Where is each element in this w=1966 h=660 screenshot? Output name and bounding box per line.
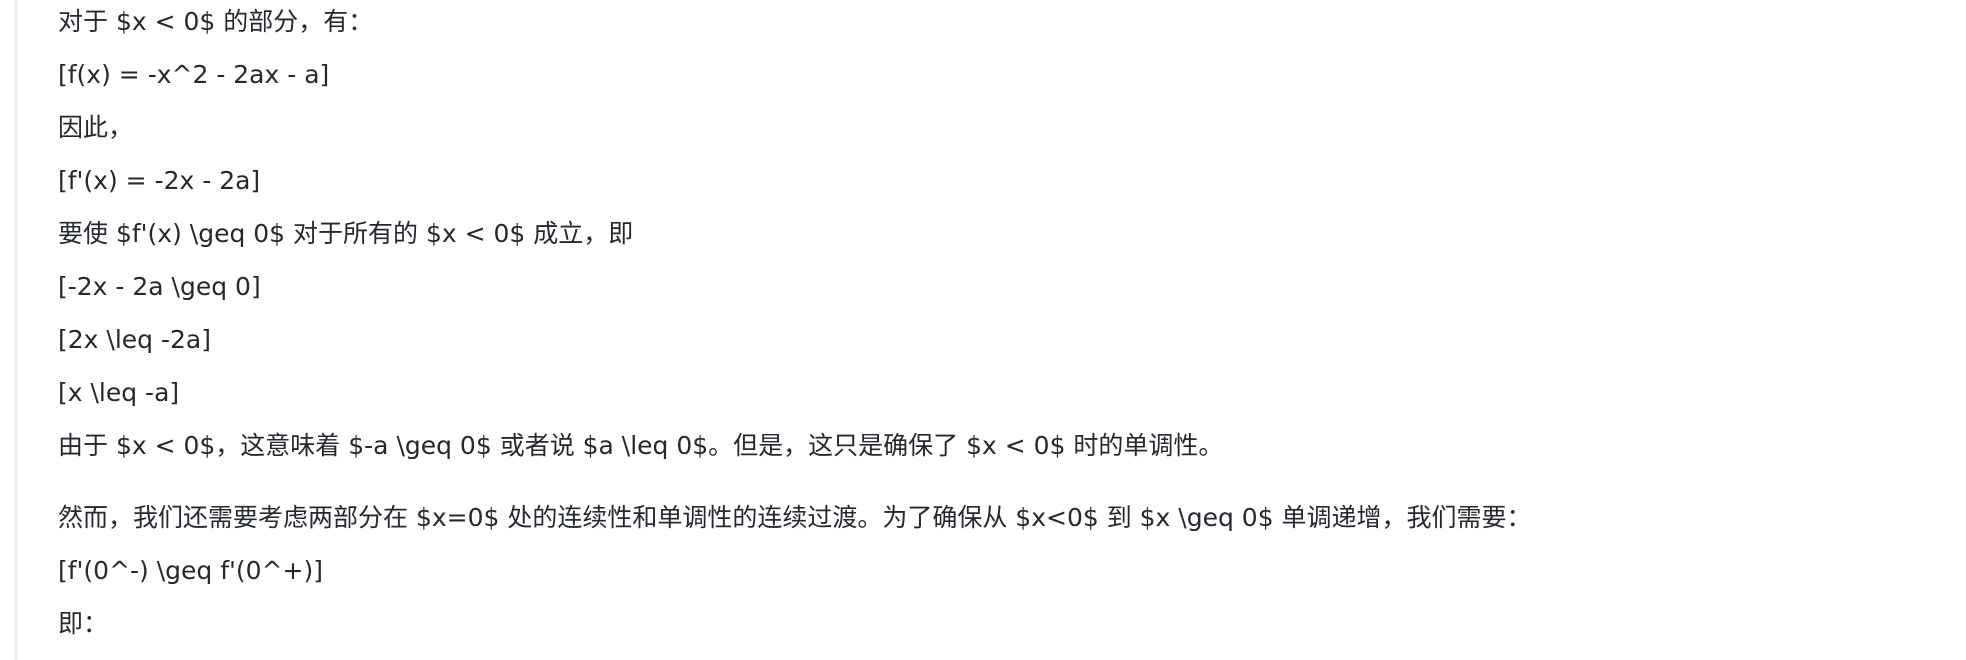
text-line-6: [-2x - 2a \geq 0]	[58, 272, 261, 301]
text-line-8: [x \leq -a]	[58, 378, 180, 407]
text-line-2: [f(x) = -x^2 - 2ax - a]	[58, 60, 330, 89]
left-border	[14, 0, 18, 660]
page: 对于 $x < 0$ 的部分，有： [f(x) = -x^2 - 2ax - a…	[0, 0, 1966, 660]
text-line-5: 要使 $f'(x) \geq 0$ 对于所有的 $x < 0$ 成立，即	[58, 219, 634, 248]
text-line-7: [2x \leq -2a]	[58, 325, 211, 354]
text-line-3: 因此，	[58, 113, 134, 142]
text-line-12: 即：	[58, 609, 109, 638]
text-line-11: [f'(0^-) \geq f'(0^+)]	[58, 556, 323, 585]
text-line-9: 由于 $x < 0$，这意味着 $-a \geq 0$ 或者说 $a \leq …	[58, 431, 1224, 460]
text-line-1: 对于 $x < 0$ 的部分，有：	[58, 7, 374, 36]
text-line-4: [f'(x) = -2x - 2a]	[58, 166, 261, 195]
text-line-10: 然而，我们还需要考虑两部分在 $x=0$ 处的连续性和单调性的连续过渡。为了确保…	[58, 503, 1532, 532]
